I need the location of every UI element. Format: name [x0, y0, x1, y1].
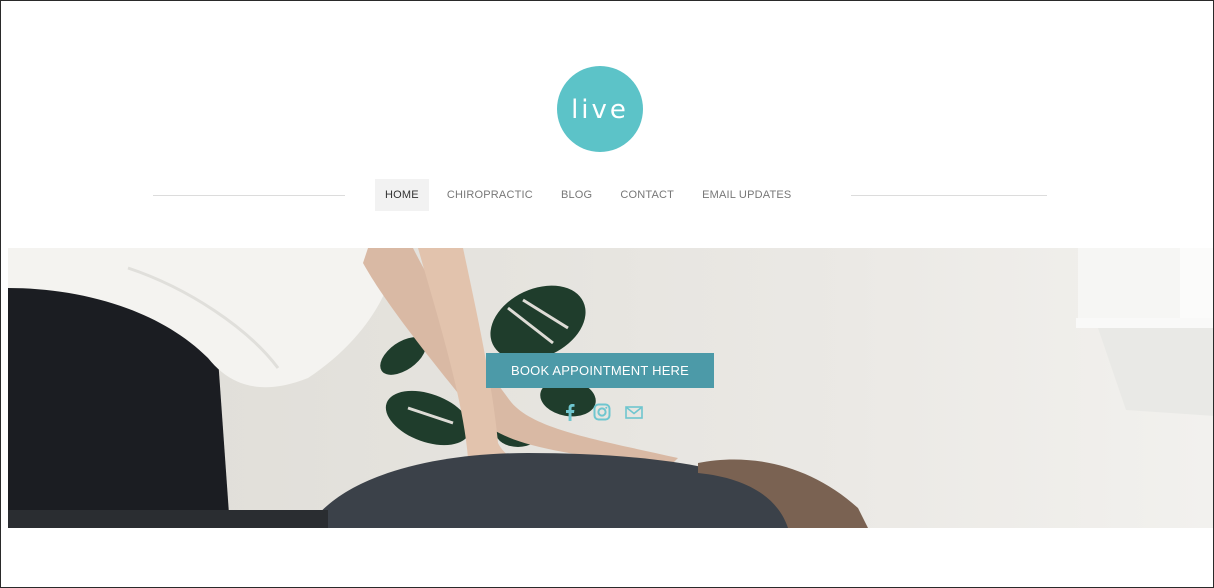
social-links [559, 402, 645, 422]
logo-text: live [571, 95, 629, 125]
nav-item-home[interactable]: HOME [375, 179, 429, 211]
nav-item-email-updates[interactable]: EMAIL UPDATES [692, 179, 801, 211]
nav-divider-right [851, 195, 1047, 196]
hero-banner: BOOK APPOINTMENT HERE [8, 248, 1213, 528]
facebook-icon[interactable] [559, 402, 581, 422]
nav-item-contact[interactable]: CONTACT [610, 179, 684, 211]
nav-item-blog[interactable]: BLOG [551, 179, 602, 211]
book-appointment-button[interactable]: BOOK APPOINTMENT HERE [486, 353, 714, 388]
main-nav: HOME CHIROPRACTIC BLOG CONTACT EMAIL UPD… [375, 179, 809, 211]
hero-photo [8, 248, 1213, 528]
logo[interactable]: live [557, 66, 643, 152]
email-icon[interactable] [623, 402, 645, 422]
page: live HOME CHIROPRACTIC BLOG CONTACT EMAI… [0, 0, 1214, 588]
nav-divider-left [153, 195, 345, 196]
nav-item-chiropractic[interactable]: CHIROPRACTIC [437, 179, 543, 211]
instagram-icon[interactable] [591, 402, 613, 422]
